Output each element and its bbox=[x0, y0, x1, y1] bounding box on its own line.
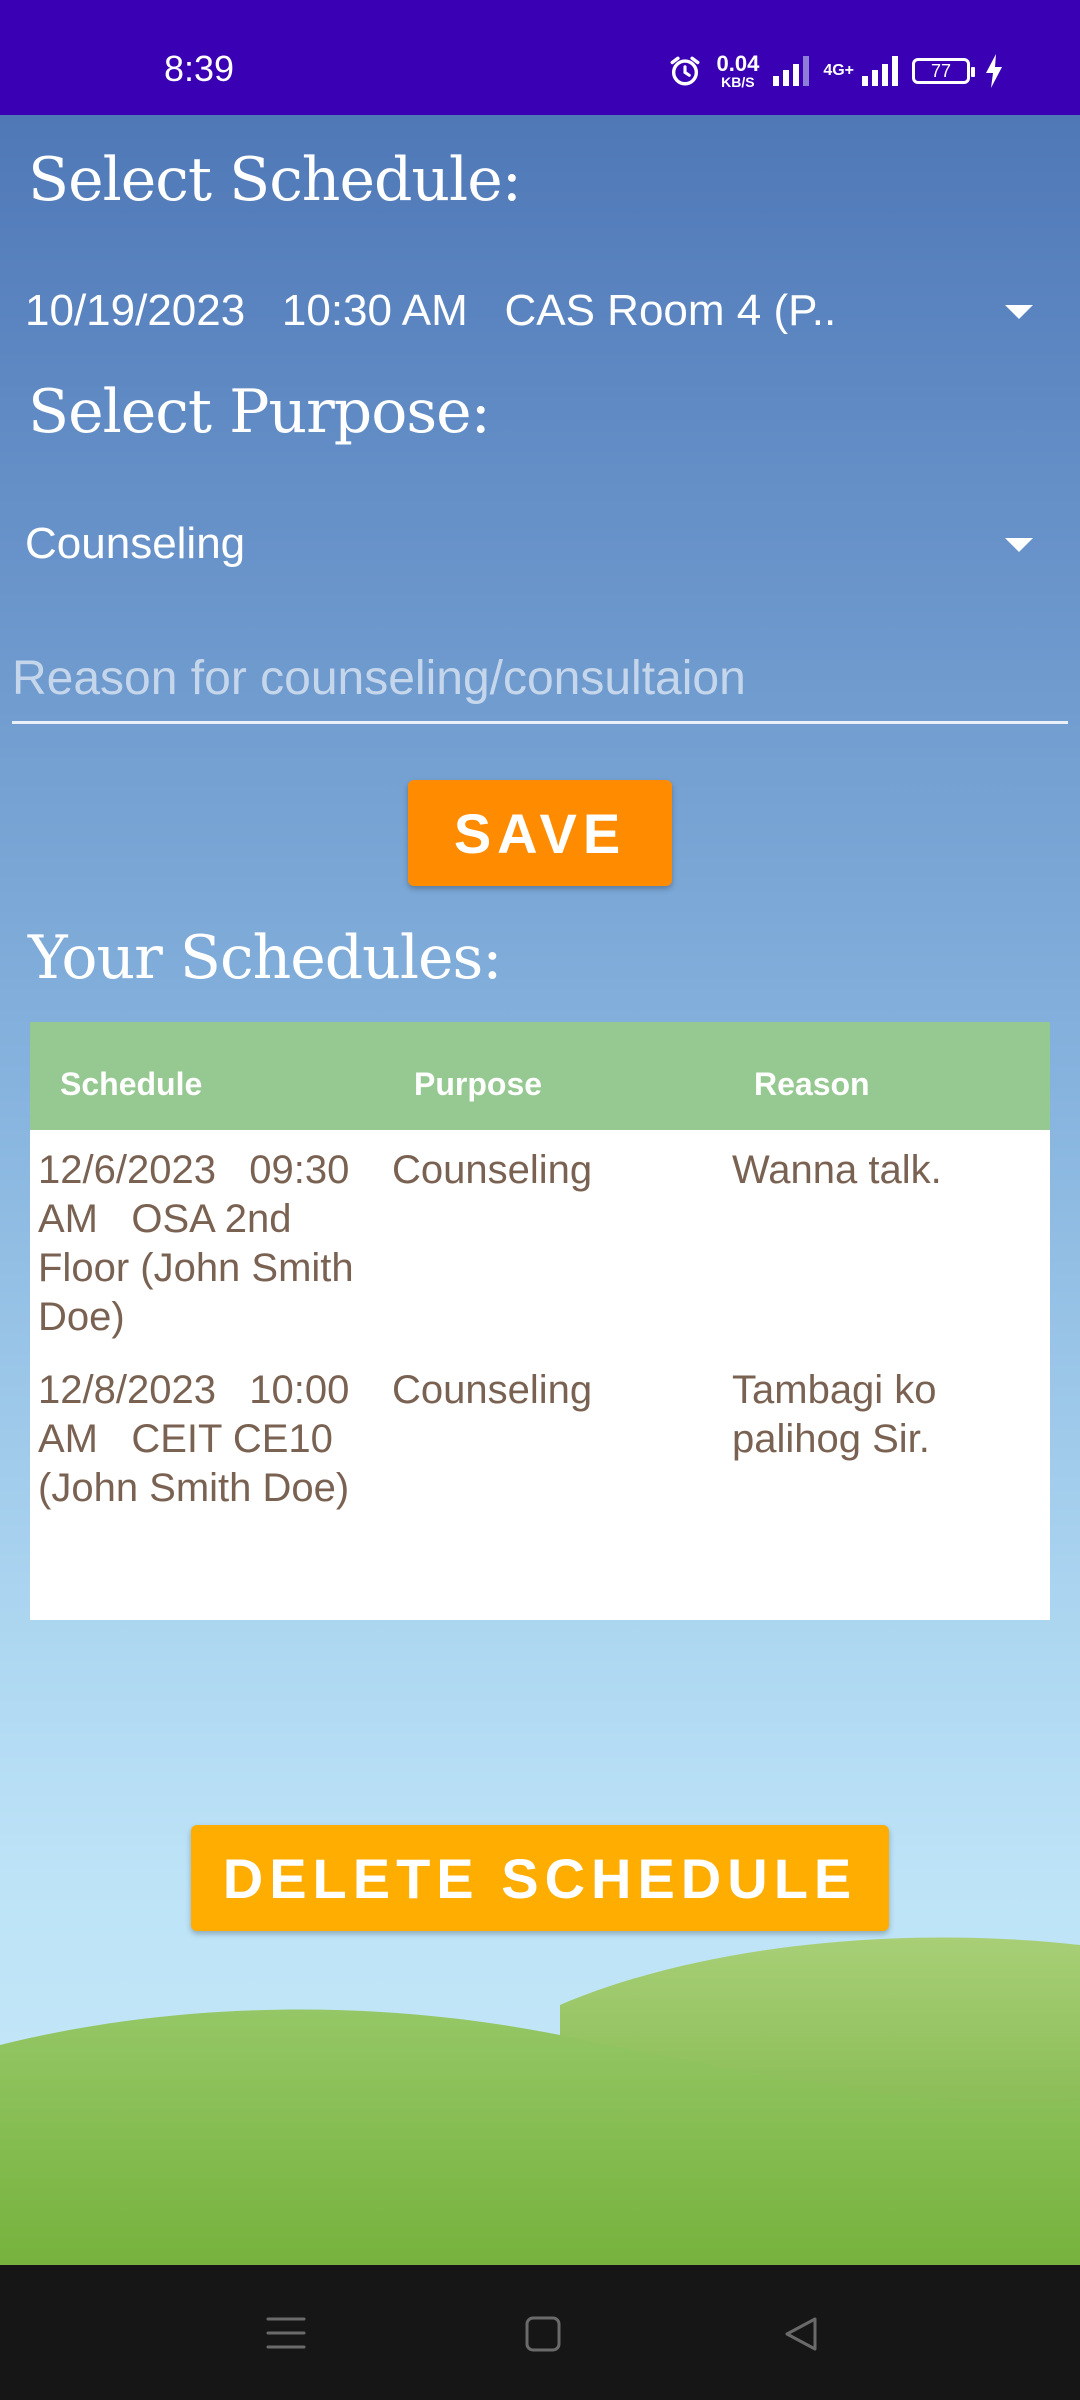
hills-background bbox=[0, 1937, 1080, 2265]
table-header: Schedule Purpose Reason bbox=[30, 1022, 1050, 1130]
battery-level: 77 bbox=[930, 60, 952, 81]
select-purpose-label: Select Purpose: bbox=[28, 377, 491, 447]
chevron-down-icon bbox=[1005, 305, 1033, 319]
cell-reason: Wanna talk. bbox=[732, 1148, 942, 1192]
table-row[interactable]: 12/6/2023 09:30 AM OSA 2nd Floor (John S… bbox=[30, 1130, 1050, 1350]
signal-icon bbox=[773, 56, 810, 86]
charging-icon bbox=[986, 54, 1002, 88]
app-content: Select Schedule: 10/19/2023 10:30 AM CAS… bbox=[0, 115, 1080, 2265]
signal-icon-2 bbox=[862, 56, 898, 86]
header-schedule: Schedule bbox=[60, 1066, 203, 1102]
alarm-icon bbox=[671, 56, 700, 86]
save-button[interactable]: SAVE bbox=[408, 780, 672, 886]
battery-indicator: 77 bbox=[912, 58, 975, 84]
purpose-selected-value: Counseling bbox=[25, 519, 246, 568]
chevron-down-icon bbox=[1005, 538, 1033, 552]
schedules-table: Schedule Purpose Reason 12/6/2023 09:30 … bbox=[30, 1022, 1050, 1620]
header-purpose: Purpose bbox=[414, 1066, 543, 1102]
net-speed-value: 0.04 bbox=[716, 51, 760, 76]
status-time: 8:39 bbox=[164, 48, 235, 89]
cell-schedule: 12/6/2023 09:30 AM OSA 2nd Floor (John S… bbox=[38, 1148, 365, 1339]
select-schedule-label: Select Schedule: bbox=[28, 145, 522, 215]
your-schedules-title: Your Schedules: bbox=[28, 923, 503, 993]
home-icon[interactable] bbox=[524, 2315, 562, 2353]
schedule-dropdown[interactable]: 10/19/2023 10:30 AM CAS Room 4 (P.. bbox=[25, 275, 1045, 347]
cell-schedule: 12/8/2023 10:00 AM CEIT CE10 (John Smith… bbox=[38, 1368, 359, 1510]
net-speed: 0.04 KB/S bbox=[716, 51, 760, 90]
status-bar: 8:39 0.04 KB/S 4G+ 77 bbox=[0, 0, 1080, 115]
purpose-dropdown[interactable]: Counseling bbox=[25, 508, 1045, 580]
table-body: 12/6/2023 09:30 AM OSA 2nd Floor (John S… bbox=[30, 1130, 1050, 1570]
cell-reason: Tambagi ko palihog Sir. bbox=[732, 1368, 937, 1461]
header-reason: Reason bbox=[754, 1066, 870, 1102]
system-nav-bar bbox=[0, 2265, 1080, 2400]
delete-schedule-button[interactable]: DELETE SCHEDULE bbox=[191, 1825, 889, 1931]
cell-purpose: Counseling bbox=[392, 1148, 593, 1192]
menu-icon[interactable] bbox=[266, 2315, 306, 2351]
network-type: 4G+ bbox=[823, 62, 854, 79]
back-icon[interactable] bbox=[782, 2315, 820, 2353]
table-row[interactable]: 12/8/2023 10:00 AM CEIT CE10 (John Smith… bbox=[30, 1350, 1050, 1570]
status-icons: 0.04 KB/S 4G+ 77 bbox=[668, 46, 1004, 96]
cell-purpose: Counseling bbox=[392, 1368, 593, 1412]
net-speed-unit: KB/S bbox=[721, 74, 755, 90]
reason-input[interactable] bbox=[12, 635, 1068, 724]
schedule-selected-value: 10/19/2023 10:30 AM CAS Room 4 (P.. bbox=[25, 286, 837, 335]
